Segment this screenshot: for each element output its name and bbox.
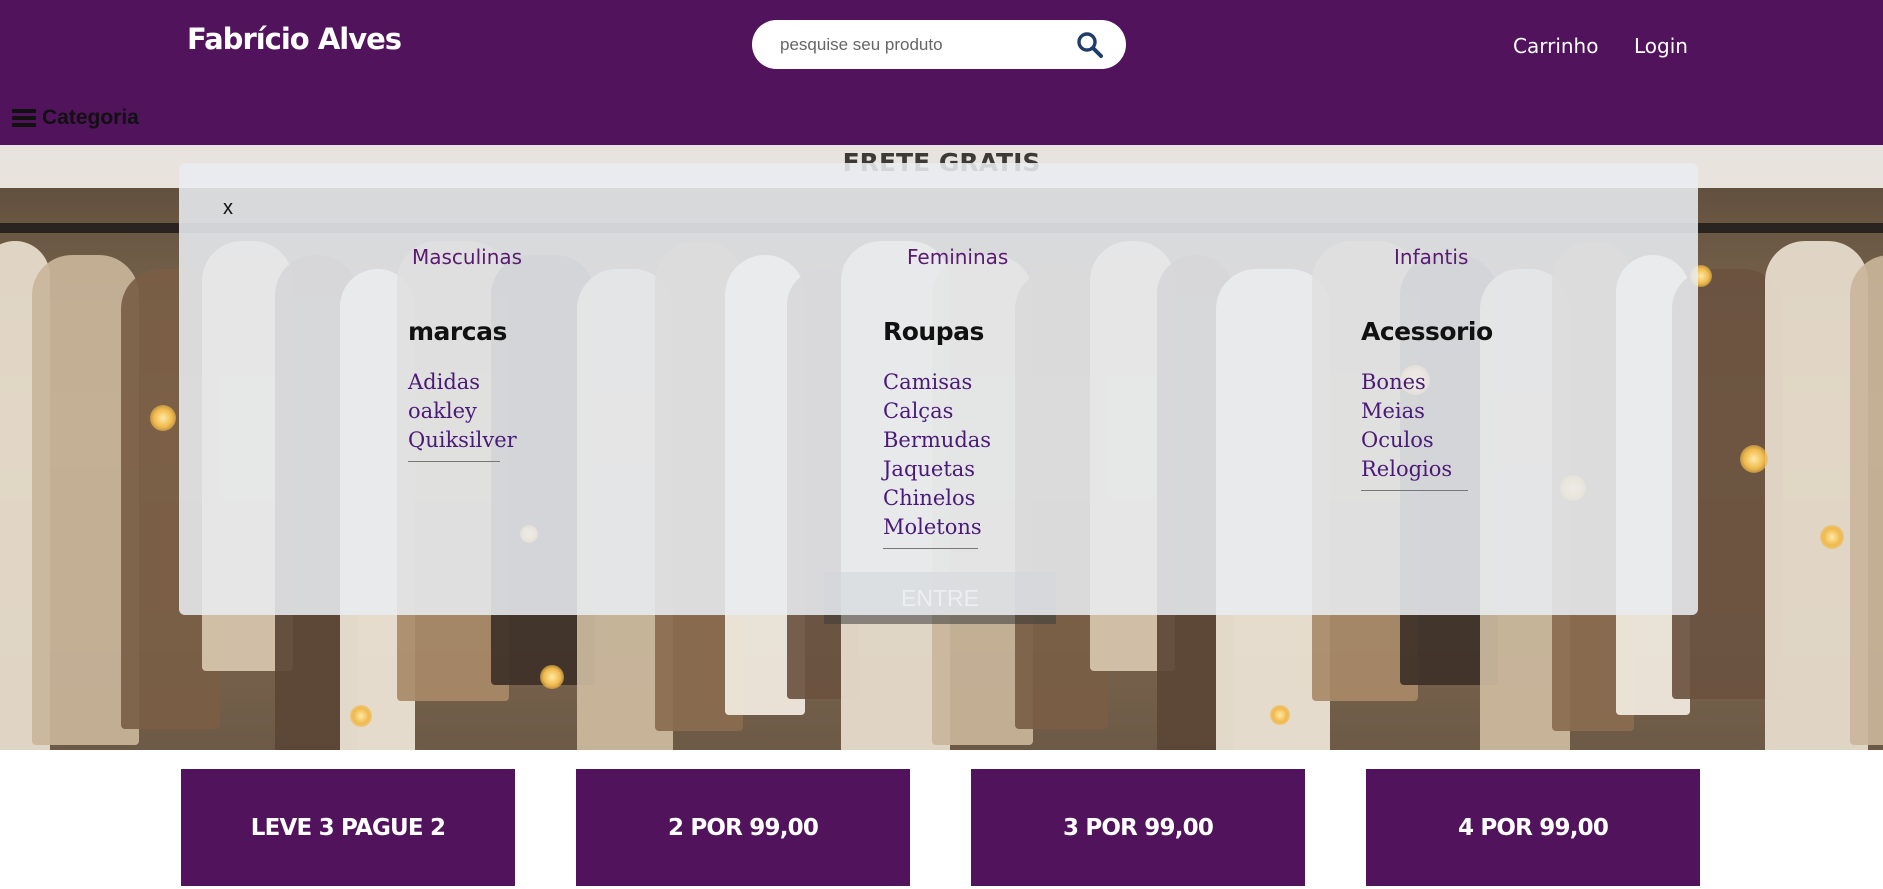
menu-column-acessorio: Acessorio Bones Meias Oculos Relogios: [1361, 317, 1493, 491]
bokeh-light: [540, 665, 564, 689]
menu-link-relogios[interactable]: Relogios: [1361, 455, 1493, 484]
bokeh-light: [1270, 705, 1290, 725]
category-label: Categoria: [42, 106, 139, 129]
divider: [1361, 490, 1468, 491]
column-heading: Acessorio: [1361, 317, 1493, 346]
tab-masculinas[interactable]: Masculinas: [412, 245, 522, 269]
promo-card-3[interactable]: 3 POR 99,00: [971, 769, 1305, 886]
brand-logo[interactable]: Fabrício Alves: [187, 22, 402, 56]
divider: [883, 548, 978, 549]
menu-column-marcas: marcas Adidas oakley Quiksilver: [408, 317, 517, 462]
category-dropdown: x Masculinas Femininas Infantis marcas A…: [179, 163, 1698, 615]
promo-card-4[interactable]: 4 POR 99,00: [1366, 769, 1700, 886]
search-bar: [752, 20, 1126, 69]
search-input[interactable]: [778, 32, 1082, 58]
menu-link-calcas[interactable]: Calças: [883, 397, 991, 426]
tab-infantis[interactable]: Infantis: [1394, 245, 1468, 269]
menu-link-oakley[interactable]: oakley: [408, 397, 517, 426]
bokeh-light: [1740, 445, 1768, 473]
menu-link-chinelos[interactable]: Chinelos: [883, 484, 991, 513]
menu-link-adidas[interactable]: Adidas: [408, 368, 517, 397]
tab-femininas[interactable]: Femininas: [907, 245, 1008, 269]
garment-shape: [1850, 255, 1883, 745]
menu-link-bones[interactable]: Bones: [1361, 368, 1493, 397]
menu-link-quiksilver[interactable]: Quiksilver: [408, 426, 517, 455]
category-menu-button[interactable]: Categoria: [12, 106, 139, 130]
login-link[interactable]: Login: [1634, 34, 1688, 58]
hamburger-icon: [12, 109, 36, 127]
menu-link-meias[interactable]: Meias: [1361, 397, 1493, 426]
menu-column-roupas: Roupas Camisas Calças Bermudas Jaquetas …: [883, 317, 991, 549]
menu-link-camisas[interactable]: Camisas: [883, 368, 991, 397]
divider: [408, 461, 500, 462]
menu-link-oculos[interactable]: Oculos: [1361, 426, 1493, 455]
column-heading: Roupas: [883, 317, 984, 346]
cart-link[interactable]: Carrinho: [1513, 34, 1598, 58]
menu-link-bermudas[interactable]: Bermudas: [883, 426, 991, 455]
menu-link-moletons[interactable]: Moletons: [883, 513, 991, 542]
bokeh-light: [150, 405, 176, 431]
promo-card-1[interactable]: LEVE 3 PAGUE 2: [181, 769, 515, 886]
close-menu-button[interactable]: x: [223, 197, 233, 220]
top-navbar: Fabrício Alves Carrinho Login Categoria: [0, 0, 1883, 145]
search-icon[interactable]: [1076, 31, 1104, 59]
bokeh-light: [1820, 525, 1844, 549]
column-heading: marcas: [408, 317, 507, 346]
promo-card-2[interactable]: 2 POR 99,00: [576, 769, 910, 886]
bokeh-light: [350, 705, 372, 727]
menu-link-jaquetas[interactable]: Jaquetas: [883, 455, 991, 484]
